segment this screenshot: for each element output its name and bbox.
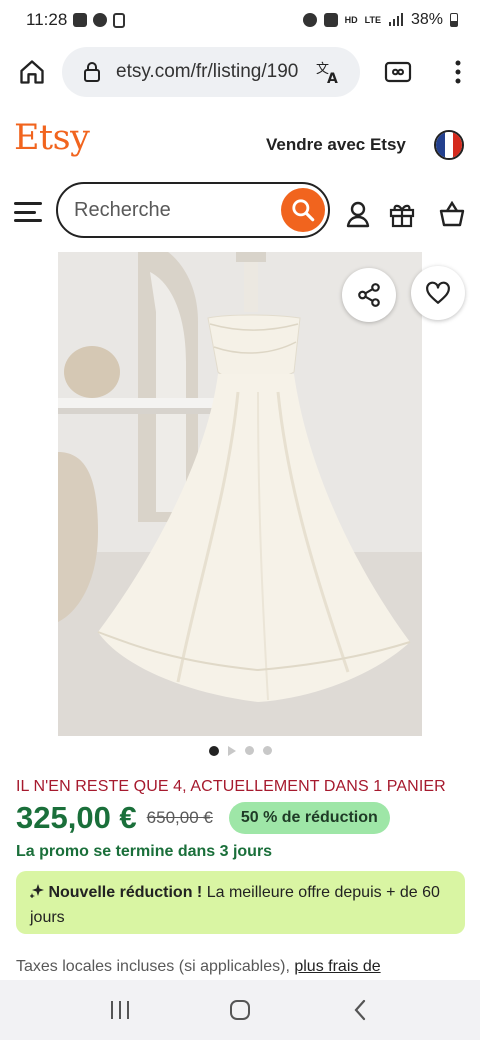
storage-notification-icon (113, 12, 126, 28)
discount-badge: 50 % de réduction (228, 802, 390, 834)
gallery-pagination (0, 746, 480, 756)
battery-percent: 38% (410, 11, 443, 28)
back-icon (354, 999, 366, 1021)
alarm-icon (302, 13, 317, 27)
recents-icon (111, 1001, 129, 1019)
menu-icon[interactable] (14, 200, 42, 224)
address-bar[interactable]: etsy.com/fr/listing/190 文A (62, 47, 360, 97)
translate-icon: 文A (316, 62, 338, 85)
gallery-dot-3[interactable] (244, 746, 254, 755)
gallery-dot-1[interactable] (208, 746, 219, 756)
tax-text: Taxes locales incluses (si applicables), (16, 958, 295, 975)
promo-end-text: La promo se termine dans 3 jours (16, 843, 273, 860)
listing-gallery (0, 252, 480, 742)
home-nav-button[interactable] (220, 990, 260, 1030)
incognito-tabs-icon (384, 61, 412, 83)
site-header: Etsy Vendre avec Etsy Recherche (0, 104, 480, 252)
signal-icon (388, 13, 403, 26)
search-icon (292, 199, 315, 222)
etsy-logo[interactable]: Etsy (14, 118, 90, 158)
mute-icon (323, 13, 338, 27)
youtube-notification-icon (73, 13, 88, 27)
shipping-link[interactable]: plus frais de (294, 958, 380, 975)
browser-toolbar: etsy.com/fr/listing/190 文A (0, 40, 480, 104)
new-discount-title: Nouvelle réduction ! (48, 884, 203, 901)
user-icon (346, 201, 370, 228)
more-vert-icon (455, 60, 461, 84)
price-row: 325,00 € 650,00 € 50 % de réduction (16, 800, 390, 836)
sparkle-icon (29, 884, 44, 899)
translate-button[interactable]: 文A (310, 54, 346, 90)
language-flag-icon[interactable] (434, 130, 464, 160)
search-button[interactable] (281, 188, 325, 232)
lock-icon[interactable] (78, 58, 106, 86)
stock-notice: IL N'EN RESTE QUE 4, ACTUELLEMENT DANS 1… (16, 778, 446, 795)
heart-icon (426, 281, 450, 304)
browser-menu-button[interactable] (438, 48, 478, 96)
current-price: 325,00 € (16, 800, 137, 835)
recent-apps-button[interactable] (100, 990, 140, 1030)
status-time: 11:28 (26, 10, 68, 29)
share-button[interactable] (342, 268, 396, 322)
gallery-dot-4[interactable] (262, 746, 272, 755)
back-button[interactable] (340, 990, 380, 1030)
product-image[interactable] (58, 252, 422, 736)
new-discount-notice: Nouvelle réduction ! La meilleure offre … (16, 871, 465, 934)
url-text[interactable]: etsy.com/fr/listing/190 (116, 61, 306, 83)
app-notification-icon (93, 13, 108, 27)
search-bar[interactable]: Recherche (56, 182, 330, 238)
status-bar: 11:28 HD LTE 38% (0, 0, 480, 40)
favorite-button[interactable] (411, 266, 465, 320)
sell-on-etsy-link[interactable]: Vendre avec Etsy (266, 135, 406, 155)
cart-button[interactable] (438, 200, 466, 228)
tax-info: Taxes locales incluses (si applicables),… (16, 958, 381, 976)
original-price: 650,00 € (146, 808, 213, 827)
lte-icon: LTE (364, 14, 381, 25)
share-icon (358, 283, 380, 307)
home-circle-icon (230, 1000, 250, 1020)
gift-button[interactable] (388, 200, 416, 228)
account-button[interactable] (344, 200, 372, 228)
hd-voice-icon: HD (344, 14, 358, 25)
svg-text:A: A (327, 71, 338, 85)
battery-icon (450, 13, 458, 27)
basket-icon (439, 201, 465, 227)
home-icon (20, 60, 44, 84)
system-navigation-bar (0, 980, 480, 1040)
video-play-icon[interactable] (227, 746, 236, 756)
gift-icon (389, 204, 415, 228)
home-button[interactable] (4, 44, 60, 100)
tab-switcher-button[interactable] (374, 48, 422, 96)
search-input[interactable]: Recherche (74, 199, 281, 222)
